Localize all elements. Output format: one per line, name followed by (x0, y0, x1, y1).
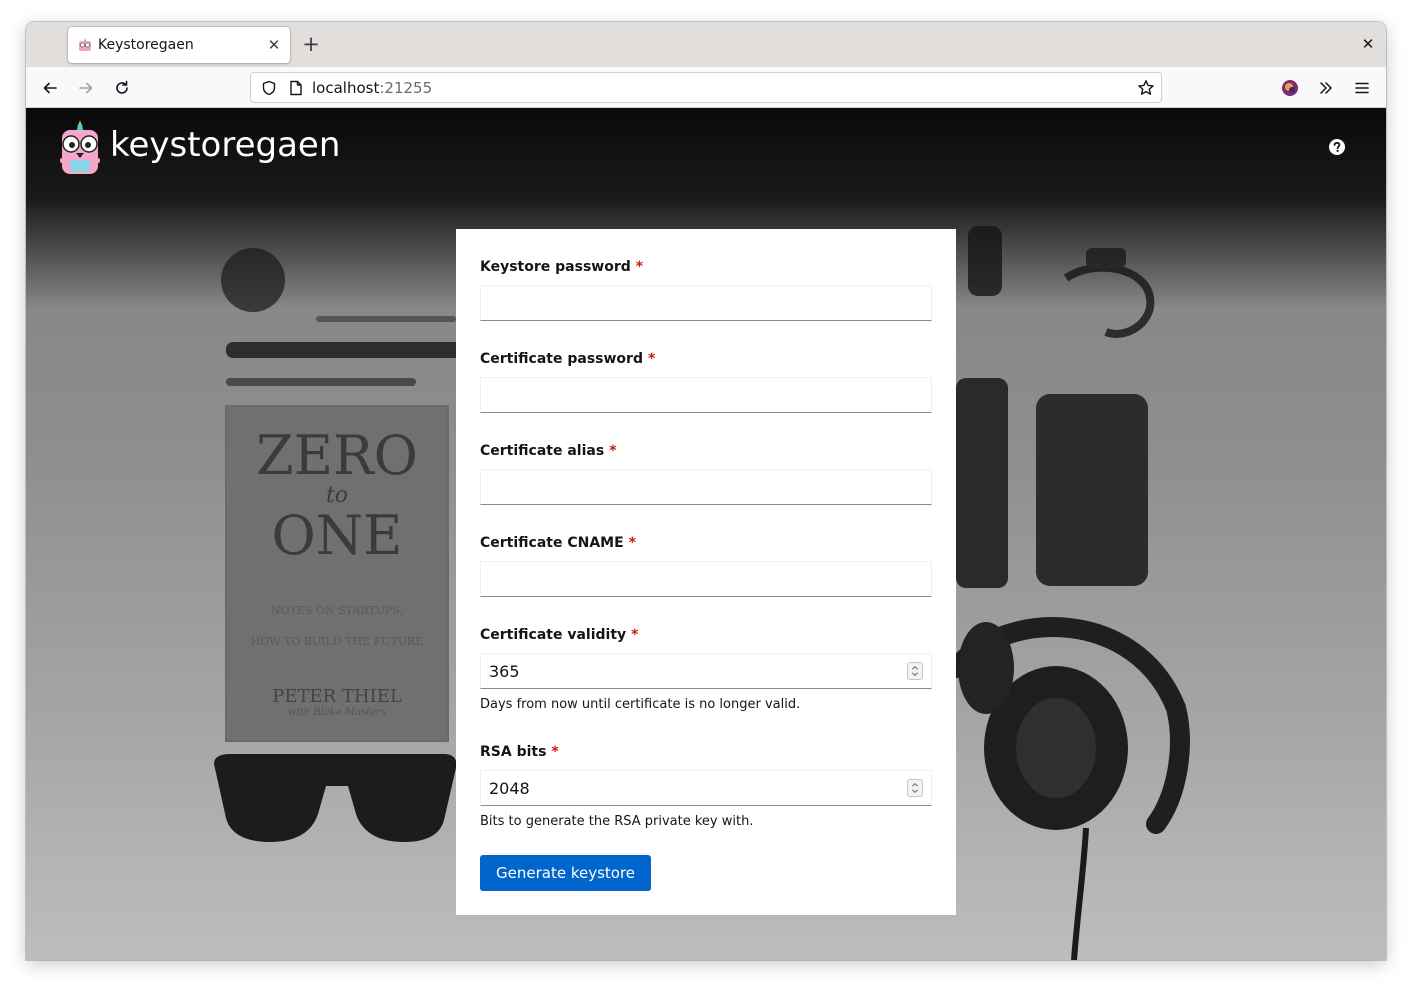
book-title-one: ONE (271, 504, 403, 567)
generate-keystore-button[interactable]: Generate keystore (480, 855, 652, 891)
back-button[interactable] (37, 75, 63, 101)
rsa-bits-value[interactable]: 2048 (489, 779, 530, 798)
app-brand-name[interactable]: keystoregaen (110, 125, 340, 165)
reload-button[interactable] (109, 75, 135, 101)
certificate-alias-label: Certificate alias * (480, 443, 617, 459)
certificate-validity-input[interactable]: 365 (480, 653, 932, 689)
app-favicon-icon (79, 38, 91, 51)
book-author: PETER THIEL (272, 686, 402, 707)
required-asterisk: * (647, 351, 656, 367)
required-asterisk: * (609, 443, 617, 459)
window-close-icon[interactable]: ✕ (1358, 34, 1378, 54)
reload-icon (116, 80, 128, 94)
certificate-alias-input[interactable] (480, 469, 932, 505)
tab-close-icon[interactable]: ✕ (264, 35, 284, 55)
forward-arrow-icon (79, 82, 93, 94)
browser-window: Keystoregaen ✕ + ✕ localhost:21255 ZERO … (26, 22, 1386, 960)
certificate-password-input[interactable] (480, 377, 932, 413)
certificate-cname-label: Certificate CNAME * (480, 535, 636, 551)
certificate-validity-helper: Days from now until certificate is no lo… (480, 697, 801, 712)
number-spinner-icon[interactable] (907, 779, 923, 797)
required-asterisk: * (631, 627, 639, 643)
book-title-zero: ZERO (256, 424, 418, 487)
app-menu-button[interactable] (1349, 75, 1375, 101)
keystore-form: Keystore password * Certificate password *… (456, 229, 956, 915)
number-spinner-icon[interactable] (907, 662, 923, 680)
forward-button[interactable] (73, 75, 99, 101)
help-icon[interactable] (1329, 139, 1345, 155)
certificate-validity-label: Certificate validity * (480, 627, 639, 643)
tab-title: Keystoregaen (98, 37, 194, 53)
tab-strip: Keystoregaen ✕ + ✕ (26, 22, 1386, 67)
book-subtitle-1: NOTES ON STARTUPS, (270, 604, 404, 617)
hamburger-menu-icon (1355, 82, 1369, 94)
book-subtitle-2: HOW TO BUILD THE FUTURE (250, 635, 424, 648)
tracking-protection-shield-icon[interactable] (261, 80, 277, 96)
url-text[interactable]: localhost:21255 (312, 79, 432, 97)
page-header: keystoregaen (26, 108, 1386, 184)
account-avatar-icon (1282, 80, 1298, 96)
book-coauthor: with Blake Masters (287, 707, 387, 718)
required-asterisk: * (551, 744, 559, 760)
certificate-validity-value[interactable]: 365 (489, 662, 520, 681)
chevrons-right-icon (1320, 82, 1332, 94)
address-bar[interactable]: localhost:21255 (250, 72, 1162, 103)
back-arrow-icon (43, 82, 57, 94)
certificate-cname-input[interactable] (480, 561, 932, 597)
rsa-bits-input[interactable]: 2048 (480, 770, 932, 806)
browser-tab[interactable]: Keystoregaen ✕ (68, 27, 290, 63)
required-asterisk: * (635, 259, 644, 275)
extensions-overflow-button[interactable] (1313, 75, 1339, 101)
book-cover-text: ZERO to ONE NOTES ON STARTUPS, HOW TO BU… (226, 418, 448, 719)
rsa-bits-label: RSA bits * (480, 744, 559, 760)
page-info-icon[interactable] (289, 80, 303, 96)
keystore-password-input[interactable] (480, 285, 932, 321)
gopher-logo-icon (60, 120, 100, 174)
keystore-password-label: Keystore password * (480, 259, 644, 275)
page-content: ZERO to ONE NOTES ON STARTUPS, HOW TO BU… (26, 108, 1386, 960)
account-button[interactable] (1277, 75, 1303, 101)
rsa-bits-helper: Bits to generate the RSA private key wit… (480, 814, 754, 829)
certificate-password-label: Certificate password * (480, 351, 656, 367)
navigation-toolbar: localhost:21255 (26, 67, 1386, 108)
new-tab-icon[interactable]: + (300, 34, 322, 56)
bookmark-star-icon[interactable] (1137, 79, 1155, 97)
required-asterisk: * (628, 535, 636, 551)
